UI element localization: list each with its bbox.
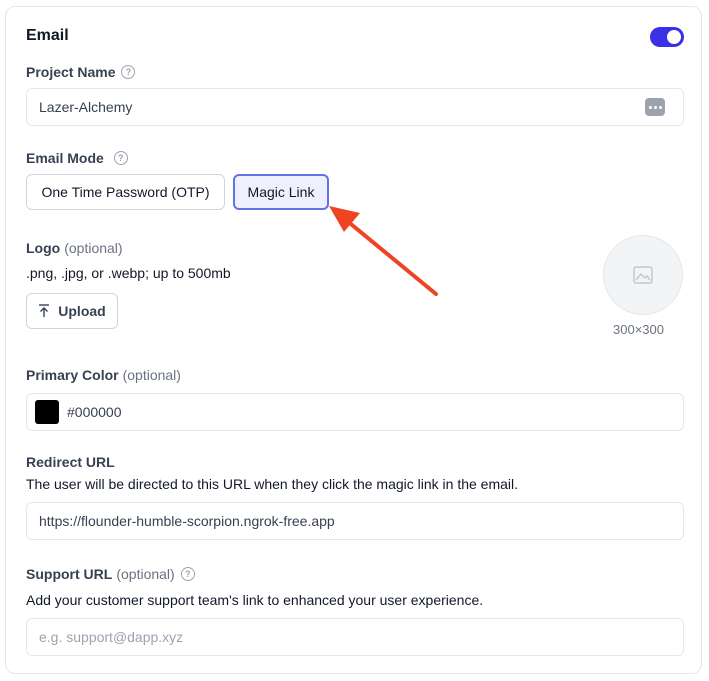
annotation-arrow: [329, 206, 438, 296]
